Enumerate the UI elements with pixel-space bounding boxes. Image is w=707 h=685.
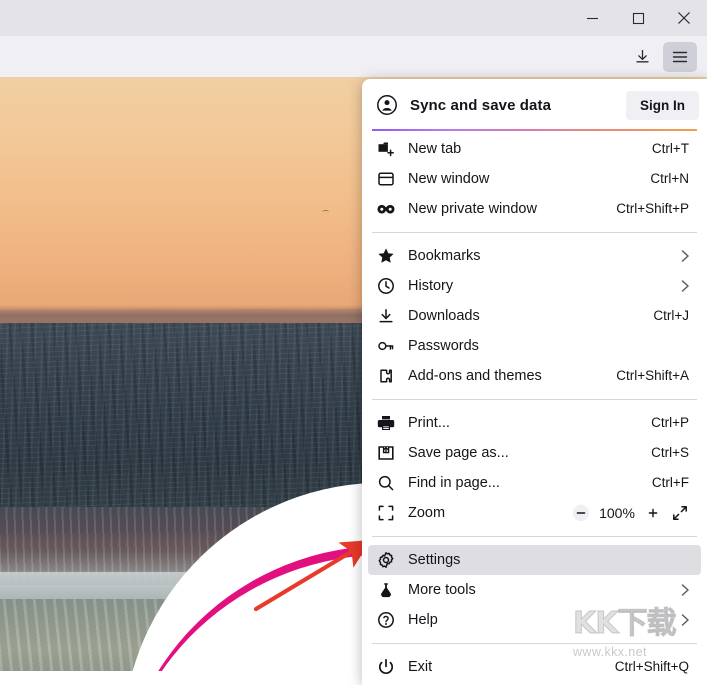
menu-item-label: More tools [408, 582, 677, 598]
menu-item-help[interactable]: Help [368, 605, 701, 635]
menu-item-passwords[interactable]: Passwords [368, 331, 701, 361]
sign-in-button[interactable]: Sign In [626, 91, 699, 120]
window-maximize-button[interactable] [615, 0, 661, 36]
download-icon [634, 48, 651, 65]
menu-item-shortcut: Ctrl+S [651, 445, 693, 460]
minimize-icon [586, 12, 599, 25]
menu-item-history[interactable]: History [368, 271, 701, 301]
browser-toolbar [0, 36, 707, 77]
menu-item-new-tab[interactable]: New tab Ctrl+T [368, 134, 701, 164]
private-window-icon [376, 199, 396, 219]
menu-item-shortcut: Ctrl+T [652, 141, 693, 156]
download-icon [376, 306, 396, 326]
maximize-icon [632, 12, 645, 25]
new-window-icon [376, 169, 396, 189]
menu-item-shortcut: Ctrl+Shift+Q [615, 659, 693, 674]
minus-circle-icon [572, 504, 590, 522]
menu-group-library: Bookmarks History [362, 238, 707, 394]
menu-item-exit[interactable]: Exit Ctrl+Shift+Q [368, 652, 701, 682]
menu-item-print[interactable]: Print... Ctrl+P [368, 408, 701, 438]
menu-item-label: Find in page... [408, 475, 652, 491]
hamburger-menu-icon [672, 50, 688, 64]
menu-item-addons-and-themes[interactable]: Add-ons and themes Ctrl+Shift+A [368, 361, 701, 391]
sync-label: Sync and save data [410, 97, 626, 114]
menu-item-label: Downloads [408, 308, 653, 324]
app-menu-button[interactable] [663, 42, 697, 72]
photo-bird [322, 210, 329, 214]
menu-group-exit: Exit Ctrl+Shift+Q [362, 649, 707, 685]
window-close-button[interactable] [661, 0, 707, 36]
menu-item-zoom[interactable]: Zoom 100% [368, 498, 701, 528]
menu-separator [372, 536, 697, 537]
menu-item-save-page-as[interactable]: Save page as... Ctrl+S [368, 438, 701, 468]
window-minimize-button[interactable] [569, 0, 615, 36]
search-icon [376, 473, 396, 493]
menu-item-shortcut: Ctrl+N [650, 171, 693, 186]
downloads-button[interactable] [625, 42, 659, 72]
plus-icon [644, 504, 662, 522]
menu-item-shortcut: Ctrl+F [652, 475, 693, 490]
zoom-controls: 100% [569, 501, 693, 525]
menu-item-label: Bookmarks [408, 248, 677, 264]
menu-item-label: Help [408, 612, 677, 628]
power-icon [376, 657, 396, 677]
menu-item-label: Passwords [408, 338, 689, 354]
new-tab-icon [376, 139, 396, 159]
menu-item-label: New tab [408, 141, 652, 157]
menu-group-settings: Settings More tools Help [362, 542, 707, 638]
menu-item-label: New private window [408, 201, 616, 217]
close-icon [677, 11, 691, 25]
menu-item-more-tools[interactable]: More tools [368, 575, 701, 605]
menu-item-shortcut: Ctrl+J [653, 308, 693, 323]
key-icon [376, 336, 396, 356]
sync-and-save-row[interactable]: Sync and save data Sign In [362, 83, 707, 127]
account-circle-icon [376, 94, 398, 116]
flask-icon [376, 580, 396, 600]
chevron-right-icon [677, 249, 693, 263]
fullscreen-arrows-icon [671, 504, 689, 522]
firefox-app-menu-panel: Sync and save data Sign In New tab Ctrl+… [362, 79, 707, 685]
extension-puzzle-icon [376, 366, 396, 386]
help-circle-icon [376, 610, 396, 630]
menu-item-new-window[interactable]: New window Ctrl+N [368, 164, 701, 194]
menu-group-page-actions: Print... Ctrl+P Save page as... Ctrl+S [362, 405, 707, 531]
zoom-out-button[interactable] [569, 501, 593, 525]
menu-item-shortcut: Ctrl+P [651, 415, 693, 430]
zoom-level-value: 100% [595, 505, 639, 521]
chevron-right-icon [677, 279, 693, 293]
save-page-icon [376, 443, 396, 463]
menu-separator [372, 232, 697, 233]
chevron-right-icon [677, 583, 693, 597]
menu-separator [372, 399, 697, 400]
menu-group-windows: New tab Ctrl+T New window Ctrl+N [362, 131, 707, 227]
fullscreen-button[interactable] [667, 501, 693, 525]
printer-icon [376, 413, 396, 433]
menu-item-label: Settings [408, 552, 689, 568]
history-clock-icon [376, 276, 396, 296]
menu-item-label: History [408, 278, 677, 294]
menu-item-shortcut: Ctrl+Shift+A [616, 368, 693, 383]
menu-item-label: Zoom [408, 505, 569, 521]
window-title-bar [0, 0, 707, 36]
menu-item-settings[interactable]: Settings [368, 545, 701, 575]
zoom-frame-icon [376, 503, 396, 523]
menu-item-downloads[interactable]: Downloads Ctrl+J [368, 301, 701, 331]
menu-item-label: Print... [408, 415, 651, 431]
menu-item-shortcut: Ctrl+Shift+P [616, 201, 693, 216]
chevron-right-icon [677, 613, 693, 627]
gear-icon [376, 550, 396, 570]
menu-item-bookmarks[interactable]: Bookmarks [368, 241, 701, 271]
menu-item-label: Exit [408, 659, 615, 675]
bookmark-star-icon [376, 246, 396, 266]
menu-item-label: Add-ons and themes [408, 368, 616, 384]
menu-item-label: New window [408, 171, 650, 187]
menu-separator [372, 643, 697, 644]
menu-item-label: Save page as... [408, 445, 651, 461]
menu-item-new-private-window[interactable]: New private window Ctrl+Shift+P [368, 194, 701, 224]
menu-item-find-in-page[interactable]: Find in page... Ctrl+F [368, 468, 701, 498]
zoom-in-button[interactable] [641, 501, 665, 525]
